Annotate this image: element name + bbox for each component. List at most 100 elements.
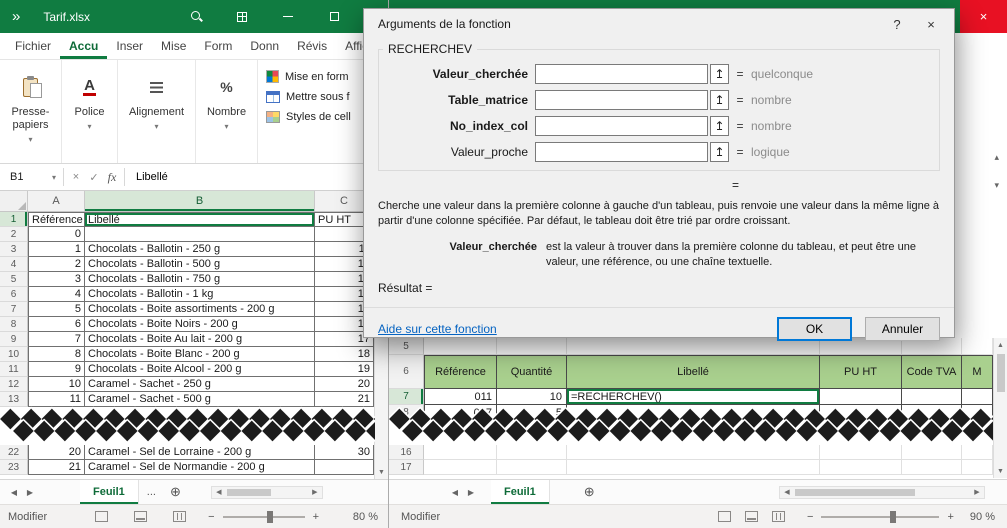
cell-b8[interactable]: Chocolats - Boite Noirs - 200 g [85,317,315,332]
cell-r7c4[interactable] [902,389,962,405]
row-header-8[interactable]: 8 [0,317,28,332]
search-button[interactable] [182,0,210,33]
valeur-cherchee-input[interactable] [535,64,708,84]
cell[interactable] [962,338,993,355]
dialog-help-button[interactable]: ? [880,11,914,37]
zoom-level[interactable]: 80 % [353,511,388,523]
scroll-left-icon[interactable]: ◀ [780,488,794,496]
cell-a1[interactable]: Référence [28,212,85,227]
page-break-view-icon[interactable] [772,511,785,522]
sheet-nav-left-icon[interactable]: ◀ [6,488,22,497]
page-layout-view-icon[interactable] [134,511,147,522]
cell-b12[interactable]: Caramel - Sachet - 250 g [85,377,315,392]
cell-a3[interactable]: 1 [28,242,85,257]
page-layout-view-icon[interactable] [745,511,758,522]
row-header-10[interactable]: 10 [0,347,28,362]
collapse-ribbon-icon[interactable]: ▴ [994,152,999,163]
scroll-thumb[interactable] [795,489,915,496]
zoom-out-button[interactable]: − [807,511,813,523]
no-index-col-input[interactable] [535,116,708,136]
cell-r7c1[interactable]: 10 [497,389,567,405]
scroll-down-icon[interactable]: ▼ [375,465,388,479]
cell[interactable] [962,460,993,475]
cell-b13[interactable]: Caramel - Sachet - 500 g [85,392,315,407]
cell-r8c5[interactable] [962,405,993,421]
quick-access-overflow-icon[interactable]: » [0,8,21,25]
cancel-button[interactable]: Annuler [865,317,940,341]
cell[interactable] [902,445,962,460]
header-cell-reference[interactable]: Référence [424,355,497,389]
cell[interactable] [424,460,497,475]
insert-function-button[interactable]: fx [103,170,121,185]
normal-view-icon[interactable] [95,511,108,522]
row-header-9[interactable]: 9 [0,332,28,347]
scroll-right-icon[interactable]: ▶ [308,488,322,496]
ribbon-group-presse-papiers[interactable]: Presse- papiers ▾ [0,60,62,163]
sheet-tab-feuil1[interactable]: Feuil1 [491,480,550,504]
cell[interactable] [497,445,567,460]
cell-a4[interactable]: 2 [28,257,85,272]
header-cell-code-tva[interactable]: Code TVA [902,355,962,389]
cell-r7c0[interactable]: 011 [424,389,497,405]
sheet-nav-left-icon[interactable]: ◀ [447,488,463,497]
cell-b2[interactable] [85,227,315,242]
ribbon-group-police[interactable]: A Police ▾ [62,60,118,163]
cell-c22[interactable]: 30 [315,445,374,460]
scroll-down-icon[interactable]: ▼ [994,464,1007,478]
row-header-6[interactable]: 6 [389,355,424,389]
ribbon-tab-inser[interactable]: Inser [107,33,152,59]
cell-a6[interactable]: 4 [28,287,85,302]
cell-b6[interactable]: Chocolats - Ballotin - 1 kg [85,287,315,302]
horizontal-scrollbar[interactable]: ◀ ▶ [211,486,323,499]
name-box[interactable]: B1 ▾ [2,167,60,187]
cell-r7c2[interactable]: =RECHERCHEV() [567,389,820,405]
cell[interactable] [567,445,820,460]
cell-a2[interactable]: 0 [28,227,85,242]
vertical-scrollbar[interactable]: ▲ ▼ [993,338,1007,478]
row-header-13[interactable]: 13 [0,392,28,407]
cell-r8c1[interactable]: 5 [497,405,567,421]
valeur-proche-collapse-button[interactable]: ↥ [710,142,729,162]
cell[interactable] [962,445,993,460]
cell-b9[interactable]: Chocolats - Boite Au lait - 200 g [85,332,315,347]
formula-bar-value[interactable]: Libellé [128,171,378,183]
row-header-4[interactable]: 4 [0,257,28,272]
cell-a7[interactable]: 5 [28,302,85,317]
row-header-7[interactable]: 7 [0,302,28,317]
maximize-button[interactable] [320,0,348,33]
zoom-in-button[interactable]: + [947,511,953,523]
cell-b1[interactable]: Libellé [85,212,315,227]
ribbon-tab-revis[interactable]: Révis [288,33,336,59]
dialog-close-button[interactable]: × [914,11,948,37]
zoom-slider-thumb[interactable] [890,511,896,523]
scroll-up-icon[interactable]: ▲ [994,338,1007,352]
cell-r7c3[interactable] [820,389,902,405]
cell-a11[interactable]: 9 [28,362,85,377]
cell[interactable] [497,460,567,475]
select-all-corner[interactable] [0,191,28,211]
expand-formula-bar-icon[interactable]: ▾ [994,180,999,191]
cell-b3[interactable]: Chocolats - Ballotin - 250 g [85,242,315,257]
cell-c23[interactable] [315,460,374,475]
help-link[interactable]: Aide sur cette fonction [378,322,497,336]
cell-r8c0[interactable]: 007 [424,405,497,421]
scroll-right-icon[interactable]: ▶ [970,488,984,496]
column-header-b[interactable]: B [85,191,315,211]
cell-a8[interactable]: 6 [28,317,85,332]
cell-r8c2[interactable] [567,405,820,421]
zoom-out-button[interactable]: − [208,511,214,523]
ribbon-tab-fichier[interactable]: Fichier [6,33,60,59]
chevron-down-icon[interactable]: ▾ [52,173,60,182]
cell-r8c4[interactable] [902,405,962,421]
row-header-23[interactable]: 23 [0,460,28,475]
column-header-a[interactable]: A [28,191,85,211]
ribbon-tab-accu[interactable]: Accu [60,33,107,59]
valeur-cherchee-collapse-button[interactable]: ↥ [710,64,729,84]
valeur-proche-input[interactable] [535,142,708,162]
cell-a22[interactable]: 20 [28,445,85,460]
cell[interactable] [820,460,902,475]
row-header-16[interactable]: 16 [389,445,424,460]
row-header-1[interactable]: 1 [0,212,28,227]
cell[interactable] [424,445,497,460]
scroll-thumb[interactable] [227,489,271,496]
